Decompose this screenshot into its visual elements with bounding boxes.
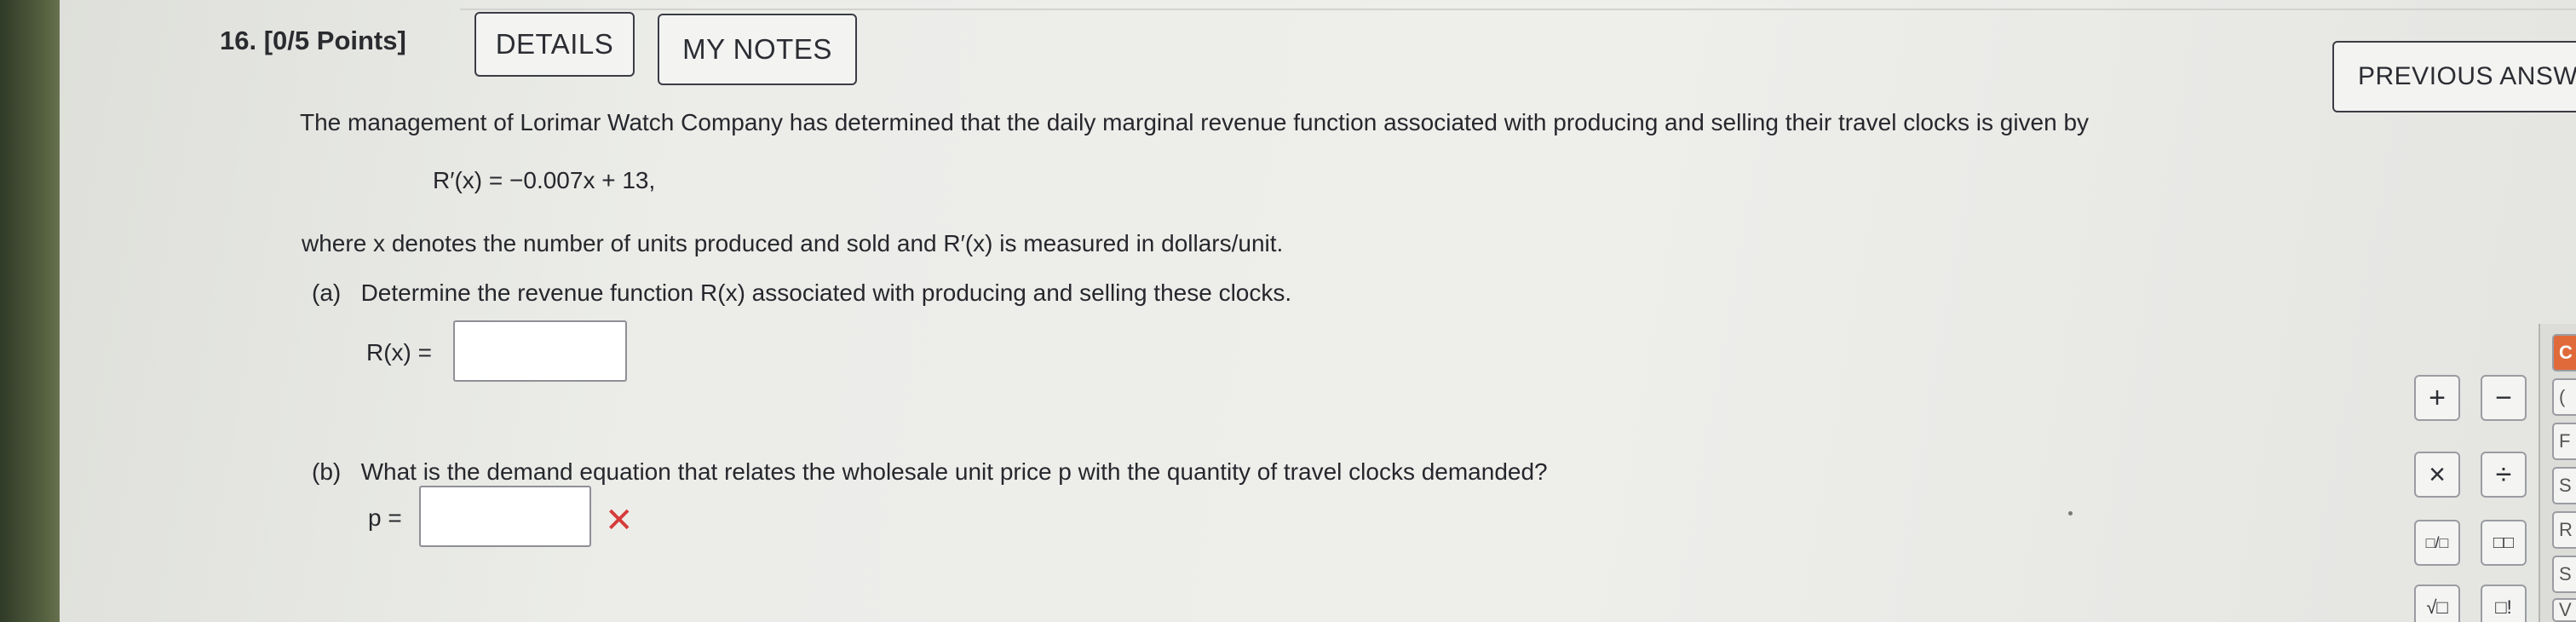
calc-minus-key[interactable]: − bbox=[2481, 375, 2527, 421]
side-key-v[interactable]: V bbox=[2552, 598, 2576, 622]
part-b-prompt: (b) What is the demand equation that rel… bbox=[312, 458, 1548, 486]
side-key-s2[interactable]: S bbox=[2552, 556, 2576, 593]
calc-exponent-key[interactable]: □□ bbox=[2481, 520, 2527, 566]
variable-definition: where x denotes the number of units prod… bbox=[302, 230, 1284, 256]
incorrect-x-icon: ✕ bbox=[605, 502, 634, 539]
calc-plus-key[interactable]: + bbox=[2414, 375, 2460, 421]
calc-sqrt-key[interactable]: √□ bbox=[2414, 585, 2460, 622]
part-a-label: (a) bbox=[312, 279, 342, 306]
demand-answer-label: p = bbox=[368, 504, 402, 531]
revenue-answer-label: R(x) = bbox=[366, 339, 432, 366]
side-key-r[interactable]: R bbox=[2552, 511, 2576, 549]
side-key-f[interactable]: F bbox=[2552, 423, 2576, 460]
my-notes-button[interactable]: MY NOTES bbox=[658, 14, 857, 85]
side-key-s1[interactable]: S bbox=[2552, 467, 2576, 504]
previous-answers-button[interactable]: PREVIOUS ANSW bbox=[2332, 41, 2576, 112]
calc-fraction-key[interactable]: □/□ bbox=[2414, 520, 2460, 566]
demand-answer-input[interactable] bbox=[419, 486, 591, 547]
question-header: 16. [0/5 Points] bbox=[220, 26, 406, 56]
details-button[interactable]: DETAILS bbox=[474, 12, 635, 77]
part-b-label: (b) bbox=[312, 458, 342, 485]
question-number: 16. bbox=[220, 26, 257, 55]
problem-intro: The management of Lorimar Watch Company … bbox=[300, 109, 2090, 135]
calc-factorial-key[interactable]: □! bbox=[2481, 585, 2527, 622]
stray-dot bbox=[2068, 511, 2073, 515]
calc-divide-key[interactable]: ÷ bbox=[2481, 452, 2527, 498]
question-points: [0/5 Points] bbox=[263, 26, 406, 55]
side-key-clear[interactable]: C bbox=[2552, 334, 2576, 371]
revenue-answer-input[interactable] bbox=[453, 320, 627, 382]
side-key-paren[interactable]: ( bbox=[2552, 378, 2576, 416]
part-a-text: Determine the revenue function R(x) asso… bbox=[360, 279, 1292, 306]
calc-multiply-key[interactable]: × bbox=[2414, 452, 2460, 498]
top-divider bbox=[460, 9, 2576, 10]
part-b-text: What is the demand equation that relates… bbox=[360, 458, 1548, 485]
marginal-revenue-equation: R′(x) = −0.007x + 13, bbox=[433, 167, 656, 193]
part-a-prompt: (a) Determine the revenue function R(x) … bbox=[312, 279, 1291, 307]
